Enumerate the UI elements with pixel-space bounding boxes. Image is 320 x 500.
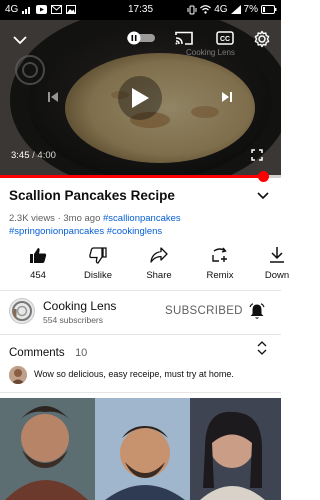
settings-button[interactable] (251, 28, 273, 50)
battery-percent: 7% (243, 4, 258, 15)
current-time: 3:45 (11, 150, 30, 161)
skip-next-icon (222, 92, 232, 102)
channel-row[interactable]: Cooking Lens 554 subscribers SUBSCRIBED (0, 293, 281, 331)
cast-button[interactable] (174, 29, 194, 47)
share-icon (150, 247, 168, 263)
network-label-right: 4G (214, 4, 228, 15)
comments-count: 10 (75, 347, 88, 359)
vibrate-icon (187, 5, 197, 14)
total-time: 4:00 (37, 150, 56, 161)
comments-title: Comments (9, 347, 65, 359)
channel-logo-icon (12, 301, 32, 321)
download-icon (270, 247, 284, 263)
closed-captions-icon: CC (216, 31, 234, 45)
expand-collapse-icon[interactable] (257, 341, 267, 355)
dislike-icon (89, 246, 107, 264)
video-meta: 2.3K views · 3mo ago #scallionpancakes #… (9, 212, 249, 238)
skip-previous-icon (48, 92, 58, 102)
hashtag-link[interactable]: #scallionpancakes (103, 213, 181, 224)
notification-bell-icon[interactable] (249, 303, 265, 320)
remix-button[interactable]: Remix (192, 245, 248, 281)
next-button[interactable] (214, 84, 240, 110)
comments-header[interactable]: Comments 10 (9, 341, 273, 361)
channel-avatar[interactable] (9, 298, 35, 324)
like-count: 454 (30, 270, 46, 281)
fullscreen-icon (251, 149, 263, 161)
view-count: 2.3K views (9, 213, 55, 224)
video-player[interactable]: Cooking Lens CC 3:45 / 4:00 (0, 20, 281, 177)
autoplay-toggle-icon (127, 31, 155, 45)
dislike-button[interactable]: Dislike (70, 245, 126, 281)
action-bar: 454 Dislike Share Remix Down (0, 245, 289, 285)
share-label: Share (146, 270, 172, 281)
upload-age: 3mo ago (63, 213, 101, 224)
video-title: Scallion Pancakes Recipe (9, 188, 175, 203)
progress-fill (0, 175, 264, 178)
commenter-photo (9, 366, 27, 384)
channel-name[interactable]: Cooking Lens (43, 299, 116, 313)
battery-icon (261, 5, 277, 14)
captions-button[interactable]: CC (215, 30, 235, 46)
wifi-icon (200, 5, 212, 14)
status-right: 4G 7% (187, 4, 277, 15)
progress-bar[interactable] (0, 171, 281, 182)
comment-text: Wow so delicious, easy receipe, must try… (34, 369, 234, 379)
top-comment[interactable]: Wow so delicious, easy receipe, must try… (9, 366, 273, 386)
cast-icon (175, 31, 193, 45)
like-button[interactable]: 454 (10, 245, 66, 281)
play-icon (132, 88, 149, 108)
download-label: Down (264, 270, 290, 281)
title-row[interactable]: Scallion Pancakes Recipe (9, 188, 273, 203)
chevron-down-icon[interactable] (257, 192, 269, 200)
divider (0, 392, 281, 393)
svg-text:CC: CC (220, 36, 230, 43)
download-button[interactable]: Down (249, 245, 305, 281)
minimize-button[interactable] (8, 28, 32, 52)
play-button[interactable] (118, 76, 162, 120)
time-display: 3:45 / 4:00 (11, 150, 56, 161)
hashtag-link[interactable]: #cookinglens (107, 226, 162, 237)
gear-icon (254, 30, 270, 48)
hashtag-link[interactable]: #springonionpancakes (9, 226, 104, 237)
commenter-avatar (9, 366, 27, 384)
subscribe-button[interactable]: SUBSCRIBED (165, 305, 243, 317)
divider (0, 334, 281, 335)
fullscreen-button[interactable] (249, 147, 265, 163)
like-icon (30, 247, 47, 263)
autoplay-toggle[interactable] (126, 30, 156, 46)
share-button[interactable]: Share (131, 245, 187, 281)
watermark-text: Cooking Lens (186, 47, 235, 57)
remix-label: Remix (206, 270, 234, 281)
subscriber-count: 554 subscribers (43, 315, 104, 325)
divider (0, 290, 281, 291)
scrubber-handle[interactable] (258, 171, 270, 182)
signal-icon-right (230, 5, 241, 14)
dislike-label: Dislike (84, 270, 112, 281)
previous-button[interactable] (40, 84, 66, 110)
remix-icon (212, 247, 227, 262)
next-video-thumbnail[interactable] (0, 398, 281, 500)
status-bar: 4G 17:35 4G 7% (0, 0, 281, 20)
chevron-down-icon (13, 35, 27, 44)
